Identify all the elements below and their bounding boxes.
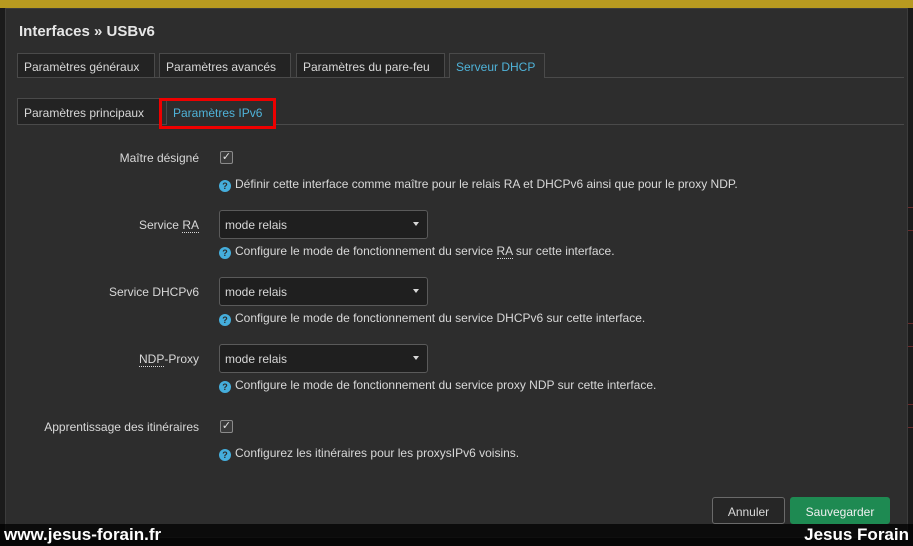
check-icon: ✓: [221, 420, 232, 432]
save-button[interactable]: Sauvegarder: [790, 497, 890, 524]
tab-dhcp-server[interactable]: Serveur DHCP: [449, 53, 545, 78]
modal-title: Interfaces » USBv6: [19, 23, 155, 40]
check-icon: ✓: [221, 151, 232, 163]
master-checkbox[interactable]: ✓: [220, 151, 233, 164]
ra-select[interactable]: mode relais: [219, 210, 428, 239]
ra-select-value: mode relais: [225, 218, 288, 232]
dhcpv6-select[interactable]: mode relais: [219, 277, 428, 306]
dhcpv6-help: ? Configure le mode de fonctionnement du …: [219, 311, 645, 326]
ndp-label-suffix: -Proxy: [164, 352, 199, 366]
dhcpv6-help-text: Configure le mode de fonctionnement du s…: [235, 311, 646, 325]
ndp-select[interactable]: mode relais: [219, 344, 428, 373]
watermark-url: www.jesus-forain.fr: [4, 525, 162, 544]
chevron-down-icon: [413, 222, 419, 226]
watermark-author: Jesus Forain: [804, 525, 909, 544]
ndp-select-value: mode relais: [225, 352, 288, 366]
master-help-text: Définir cette interface comme maître pou…: [235, 177, 738, 191]
question-icon: ?: [219, 449, 231, 461]
ra-help: ? Configure le mode de fonctionnement du …: [219, 244, 615, 259]
ndp-label: NDP-Proxy: [6, 352, 199, 367]
ndp-label-abbr: NDP: [138, 352, 165, 367]
dhcpv6-label: Service DHCPv6: [108, 285, 199, 299]
ra-help-abbr: RA: [496, 244, 513, 259]
learn-routes-help-text: Configurez les itinéraires pour les prox…: [235, 446, 520, 460]
question-icon: ?: [219, 247, 231, 259]
ra-help-pre: Configure le mode de fonctionnement du s…: [235, 244, 497, 258]
ra-help-post: sur cette interface.: [512, 244, 615, 258]
ra-label-prefix: Service: [138, 218, 183, 232]
tab-advanced-settings[interactable]: Paramètres avancés: [159, 53, 291, 77]
chevron-down-icon: [413, 356, 419, 360]
learn-routes-label: Apprentissage des itinéraires: [44, 420, 199, 434]
master-label: Maître désigné: [119, 151, 199, 165]
learn-routes-help: ? Configurez les itinéraires pour les pro…: [219, 446, 519, 461]
ndp-help-text: Configure le mode de fonctionnement du s…: [235, 378, 657, 392]
question-icon: ?: [219, 180, 231, 192]
ra-label-abbr: RA: [182, 218, 199, 233]
background-top-bar: [0, 0, 913, 8]
cancel-button[interactable]: Annuler: [712, 497, 785, 524]
subtab-main-settings[interactable]: Paramètres principaux: [17, 98, 160, 124]
question-icon: ?: [219, 381, 231, 393]
master-help: ? Définir cette interface comme maître po…: [219, 177, 738, 192]
ra-label: Service RA: [6, 218, 199, 233]
ndp-help: ? Configure le mode de fonctionnement du …: [219, 378, 656, 393]
tab-general-settings[interactable]: Paramètres généraux: [17, 53, 155, 77]
sub-tabs: Paramètres principaux Paramètres IPv6: [17, 98, 904, 125]
highlight-box: [159, 98, 276, 129]
question-icon: ?: [219, 314, 231, 326]
main-tabs: Paramètres généraux Paramètres avancés P…: [17, 53, 904, 78]
dhcpv6-select-value: mode relais: [225, 285, 288, 299]
learn-routes-checkbox[interactable]: ✓: [220, 420, 233, 433]
tab-firewall-settings[interactable]: Paramètres du pare-feu: [296, 53, 445, 77]
chevron-down-icon: [413, 289, 419, 293]
interface-modal: Interfaces » USBv6 Paramètres généraux P…: [5, 8, 908, 538]
